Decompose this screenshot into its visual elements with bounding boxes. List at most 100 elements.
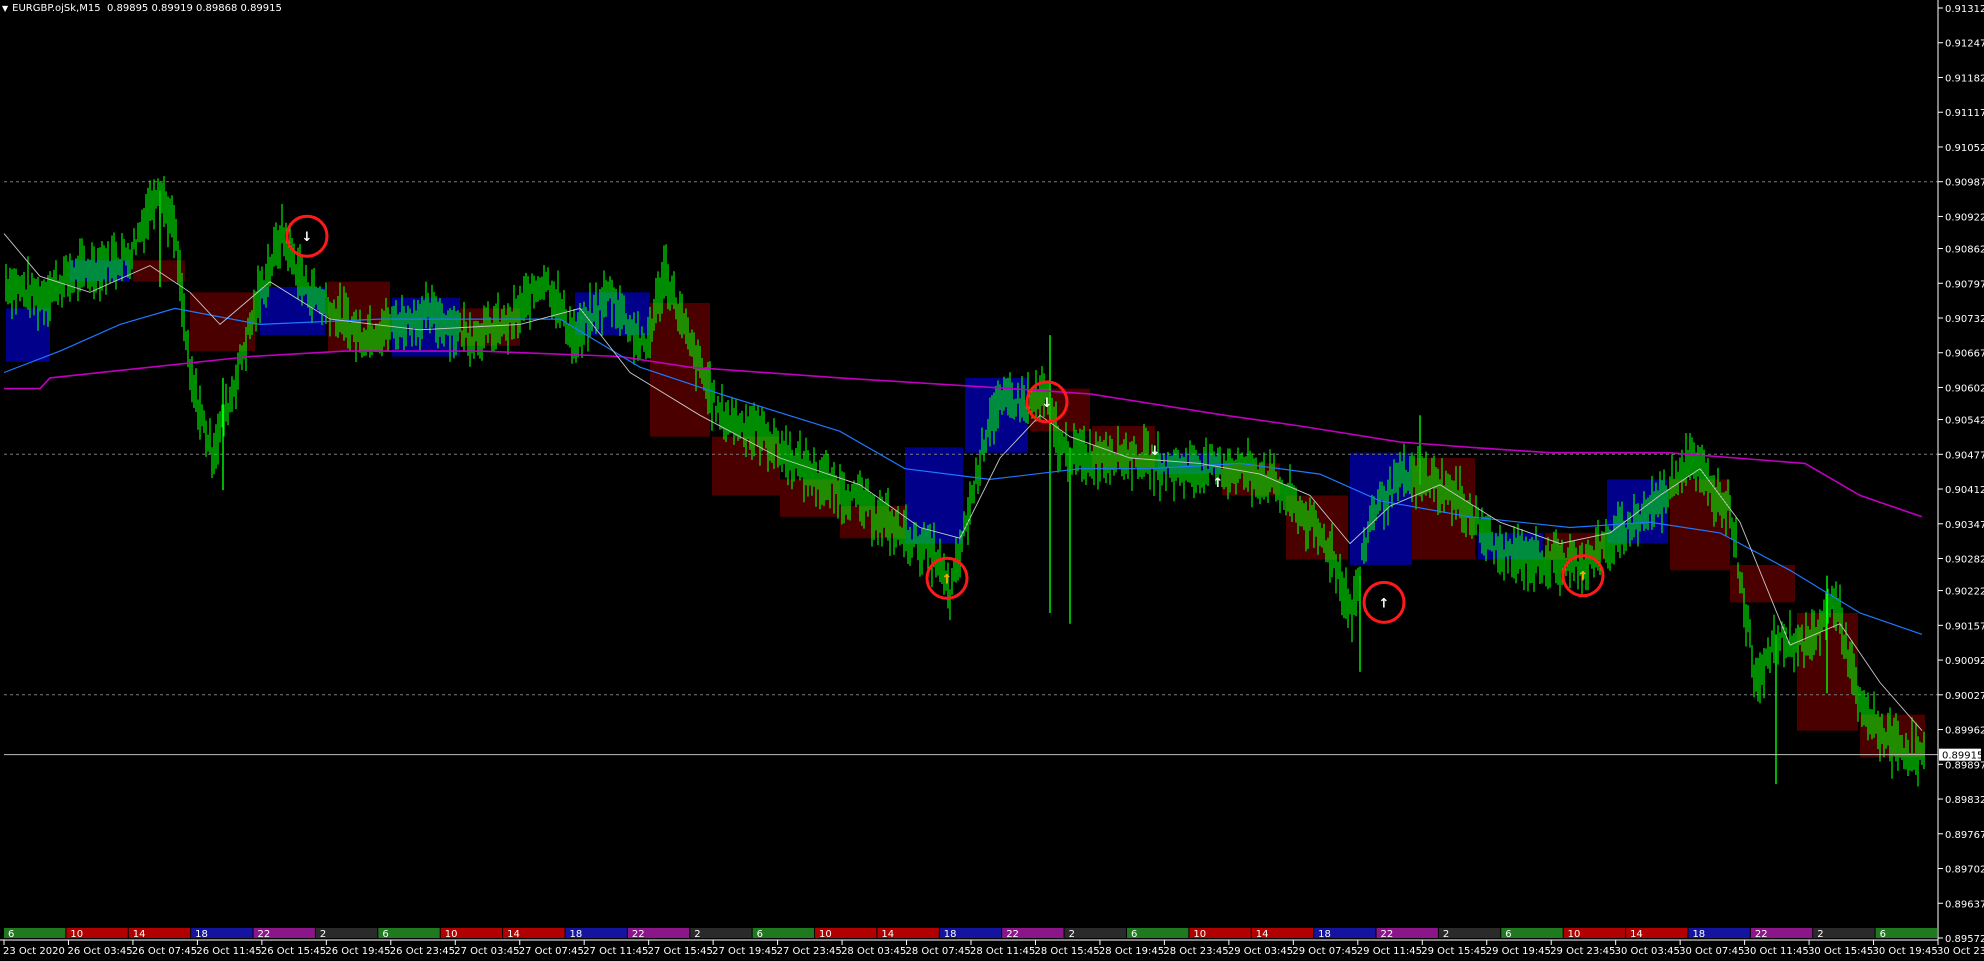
time-tick-label: 27 Oct 19:45 bbox=[712, 946, 777, 957]
price-axis: 0.91312 0.91247 0.91182 0.91117 0.91052 0.909… bbox=[1937, 0, 1984, 945]
price-tick-label: 0.90347 bbox=[1945, 520, 1984, 531]
time-tick-label: 29 Oct 19:45 bbox=[1486, 946, 1551, 957]
price-tick-label: 0.90862 bbox=[1945, 245, 1984, 256]
session-hour-label: 14 bbox=[1630, 929, 1643, 940]
session-hour-label: 18 bbox=[944, 929, 957, 940]
session-hour-label: 2 bbox=[694, 929, 700, 940]
session-hour-label: 10 bbox=[1193, 929, 1206, 940]
time-tick-label: 29 Oct 15:45 bbox=[1421, 946, 1486, 957]
time-tick-label: 28 Oct 11:45 bbox=[970, 946, 1035, 957]
session-hour-label: 22 bbox=[1755, 929, 1768, 940]
time-tick-label: 28 Oct 19:45 bbox=[1099, 946, 1164, 957]
session-hour-label: 14 bbox=[133, 929, 146, 940]
price-tick-label: 0.90092 bbox=[1945, 656, 1984, 667]
session-hour-label: 10 bbox=[1568, 929, 1581, 940]
session-hour-label: 22 bbox=[258, 929, 271, 940]
price-tick-label: 0.91182 bbox=[1945, 73, 1984, 84]
price-tick-label: 0.90922 bbox=[1945, 212, 1984, 223]
price-tick-label: 0.91117 bbox=[1945, 108, 1984, 119]
price-tick-label: 0.89962 bbox=[1945, 726, 1984, 737]
time-tick-label: 30 Oct 23:45 bbox=[1937, 946, 1984, 957]
price-tick-label: 0.90987 bbox=[1945, 178, 1984, 189]
session-hour-label: 18 bbox=[1318, 929, 1331, 940]
session-box bbox=[1030, 388, 1090, 432]
time-tick-label: 23 Oct 2020 bbox=[3, 946, 65, 957]
price-chart[interactable]: ↓↑↓↓↑↑↑ 0.913120.912470.911820.911170.91… bbox=[0, 0, 1984, 961]
session-hour-label: 22 bbox=[632, 929, 645, 940]
time-tick-label: 28 Oct 03:45 bbox=[841, 946, 906, 957]
price-tick-label: 0.90157 bbox=[1945, 621, 1984, 632]
session-box bbox=[1286, 495, 1348, 560]
session-hour-label: 14 bbox=[881, 929, 894, 940]
price-tick-label: 0.91312 bbox=[1945, 4, 1984, 15]
time-tick-label: 28 Oct 07:45 bbox=[906, 946, 971, 957]
time-tick-label: 27 Oct 03:45 bbox=[454, 946, 519, 957]
time-tick-label: 28 Oct 15:45 bbox=[1034, 946, 1099, 957]
price-tick-label: 0.90412 bbox=[1945, 485, 1984, 496]
session-boxes bbox=[6, 260, 1925, 758]
session-box bbox=[260, 287, 325, 336]
price-tick-label: 0.90602 bbox=[1945, 383, 1984, 394]
session-box bbox=[328, 281, 390, 352]
sell-arrow-icon: ↓ bbox=[1150, 444, 1161, 459]
time-tick-label: 26 Oct 23:45 bbox=[390, 946, 455, 957]
time-tick-label: 30 Oct 07:45 bbox=[1679, 946, 1744, 957]
session-box bbox=[1670, 479, 1730, 571]
price-tick-label: 0.90732 bbox=[1945, 314, 1984, 325]
price-tick-label: 0.89767 bbox=[1945, 830, 1984, 841]
price-tick-label: 0.90477 bbox=[1945, 450, 1984, 461]
price-tick-label: 0.90282 bbox=[1945, 555, 1984, 566]
session-hour-label: 22 bbox=[1381, 929, 1394, 940]
session-hour-label: 2 bbox=[320, 929, 326, 940]
sell-arrow-icon: ↓ bbox=[302, 230, 313, 245]
session-hour-label: 2 bbox=[1069, 929, 1075, 940]
price-tick-label: 0.89702 bbox=[1945, 865, 1984, 876]
session-hour-label: 6 bbox=[757, 929, 763, 940]
session-hour-label: 10 bbox=[445, 929, 458, 940]
time-tick-label: 27 Oct 11:45 bbox=[583, 946, 648, 957]
time-tick-label: 26 Oct 19:45 bbox=[325, 946, 390, 957]
session-hour-label: 18 bbox=[1692, 929, 1705, 940]
session-box bbox=[6, 308, 50, 362]
session-hour-label: 6 bbox=[1880, 929, 1886, 940]
time-tick-label: 29 Oct 11:45 bbox=[1357, 946, 1422, 957]
time-tick-label: 30 Oct 11:45 bbox=[1744, 946, 1809, 957]
session-box bbox=[133, 260, 185, 282]
price-tick-label: 0.89897 bbox=[1945, 760, 1984, 771]
price-tick-label: 0.91052 bbox=[1945, 143, 1984, 154]
session-box bbox=[1350, 452, 1412, 565]
session-hour-label: 18 bbox=[569, 929, 582, 940]
session-hour-label: 14 bbox=[507, 929, 520, 940]
time-tick-label: 29 Oct 07:45 bbox=[1292, 946, 1357, 957]
session-hour-label: 14 bbox=[1256, 929, 1269, 940]
session-hour-label: 10 bbox=[70, 929, 83, 940]
session-hour-label: 2 bbox=[1817, 929, 1823, 940]
session-hour-label: 6 bbox=[8, 929, 14, 940]
time-tick-label: 26 Oct 03:45 bbox=[67, 946, 132, 957]
buy-arrow-icon: ↑ bbox=[1379, 596, 1390, 611]
time-tick-label: 26 Oct 07:45 bbox=[132, 946, 197, 957]
time-tick-label: 27 Oct 07:45 bbox=[519, 946, 584, 957]
time-tick-label: 28 Oct 23:45 bbox=[1163, 946, 1228, 957]
time-tick-label: 27 Oct 23:45 bbox=[777, 946, 842, 957]
price-tick-label: 0.89572 bbox=[1945, 934, 1984, 945]
price-tick-label: 0.90667 bbox=[1945, 349, 1984, 360]
time-tick-label: 30 Oct 03:45 bbox=[1615, 946, 1680, 957]
session-hour-label: 18 bbox=[195, 929, 208, 940]
time-axis: 6 10 14 18 22 2 6 10 14 18 22 2 6 10 14 18 22 2 6 10 14 18 22 2… bbox=[0, 928, 1984, 957]
current-price-label: 0.89915 bbox=[1942, 751, 1983, 762]
session-hour-label: 6 bbox=[1131, 929, 1137, 940]
session-hour-label: 22 bbox=[1006, 929, 1019, 940]
price-tick-label: 0.90542 bbox=[1945, 416, 1984, 427]
time-tick-label: 30 Oct 15:45 bbox=[1808, 946, 1873, 957]
price-tick-label: 0.91247 bbox=[1945, 39, 1984, 50]
price-tick-label: 0.90027 bbox=[1945, 691, 1984, 702]
time-tick-label: 30 Oct 19:45 bbox=[1873, 946, 1938, 957]
time-tick-label: 26 Oct 15:45 bbox=[261, 946, 326, 957]
price-tick-label: 0.90222 bbox=[1945, 587, 1984, 598]
buy-arrow-icon: ↑ bbox=[942, 572, 953, 587]
price-tick-label: 0.89832 bbox=[1945, 795, 1984, 806]
buy-arrow-icon: ↑ bbox=[1213, 476, 1224, 491]
buy-arrow-icon: ↑ bbox=[1578, 570, 1589, 585]
time-tick-label: 26 Oct 11:45 bbox=[196, 946, 261, 957]
